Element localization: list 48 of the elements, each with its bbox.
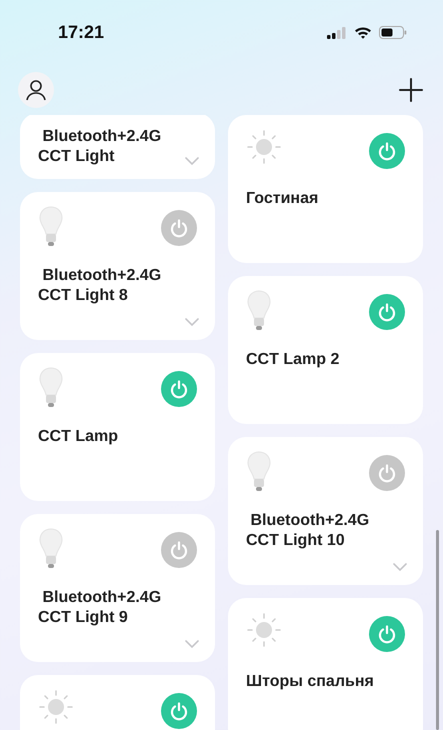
chevron-down-icon[interactable] (393, 563, 407, 571)
power-icon (169, 218, 189, 238)
battery-icon (379, 26, 407, 39)
power-icon (169, 701, 189, 721)
sun-icon (246, 612, 282, 648)
power-icon (169, 379, 189, 399)
device-name: Шторы спальня (246, 672, 374, 692)
device-name: Bluetooth+2.4G CCT Light 9 (38, 588, 162, 628)
scrollbar[interactable] (436, 530, 439, 730)
device-name: Bluetooth+2.4G CCT Light 10 (246, 511, 370, 551)
device-card[interactable]: Шторы спальня (228, 598, 423, 730)
profile-button[interactable] (18, 72, 54, 108)
power-button[interactable] (161, 693, 197, 729)
power-icon (377, 302, 397, 322)
power-button[interactable] (369, 455, 405, 491)
chevron-down-icon[interactable] (185, 640, 199, 648)
sun-icon (38, 689, 74, 725)
power-button[interactable] (161, 371, 197, 407)
device-name: CCT Lamp (38, 427, 118, 447)
power-button[interactable] (161, 210, 197, 246)
power-icon (377, 624, 397, 644)
power-button[interactable] (161, 532, 197, 568)
power-icon (377, 141, 397, 161)
power-icon (377, 463, 397, 483)
wifi-icon (354, 26, 372, 39)
device-name: Bluetooth+2.4G CCT Light 8 (38, 266, 162, 306)
chevron-down-icon[interactable] (185, 318, 199, 326)
device-card[interactable]: CCT Lamp (20, 353, 215, 501)
device-card[interactable]: Bluetooth+2.4G CCT Light 10 (228, 437, 423, 585)
device-name: Гостиная (246, 189, 318, 209)
power-button[interactable] (369, 616, 405, 652)
power-button[interactable] (369, 294, 405, 330)
plus-icon (399, 78, 423, 102)
device-card[interactable]: Bluetooth+2.4G CCT Light 8 (20, 192, 215, 340)
device-name: Bluetooth+2.4G CCT Light (38, 127, 162, 167)
device-card[interactable]: CCT Lamp 2 (228, 276, 423, 424)
status-time: 17:21 (58, 22, 104, 43)
user-icon (24, 78, 48, 102)
power-icon (169, 540, 189, 560)
device-card[interactable]: Bluetooth+2.4G CCT Light (20, 115, 215, 179)
signal-icon (327, 26, 347, 38)
device-name: CCT Lamp 2 (246, 350, 340, 370)
chevron-down-icon[interactable] (185, 157, 199, 165)
device-card[interactable]: Bluetooth+2.4G CCT Light 9 (20, 514, 215, 662)
device-card[interactable]: Гостиная (228, 115, 423, 263)
power-button[interactable] (369, 133, 405, 169)
add-button[interactable] (397, 76, 425, 104)
sun-icon (246, 129, 282, 165)
